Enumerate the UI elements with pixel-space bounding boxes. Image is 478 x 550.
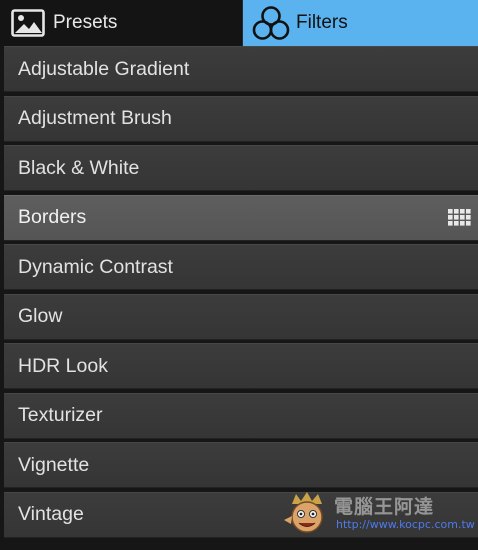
tab-filters[interactable]: Filters: [243, 0, 478, 46]
filter-item-texturizer[interactable]: Texturizer: [4, 392, 478, 439]
tab-filters-label: Filters: [296, 12, 348, 33]
tab-bar: Presets Filters: [0, 0, 478, 46]
filter-item-label: Vignette: [18, 453, 90, 476]
filter-item-adjustment-brush[interactable]: Adjustment Brush: [4, 95, 478, 142]
filter-item-hdr-look[interactable]: HDR Look: [4, 343, 478, 389]
filter-item-label: Vintage: [18, 503, 84, 525]
tab-presets-label: Presets: [53, 12, 118, 33]
filter-item-vintage[interactable]: Vintage: [4, 491, 478, 538]
filter-item-label: HDR Look: [18, 354, 108, 377]
filter-item-label: Black & White: [18, 156, 140, 179]
filter-item-adjustable-gradient[interactable]: Adjustable Gradient: [4, 46, 478, 92]
filter-item-glow[interactable]: Glow: [4, 293, 478, 340]
filter-item-black-white[interactable]: Black & White: [4, 145, 478, 191]
grid-icon[interactable]: [448, 208, 472, 233]
filter-list: Adjustable Gradient Adjustment Brush Black…: [4, 46, 478, 541]
filter-item-borders[interactable]: Borders: [4, 194, 478, 241]
filter-item-label: Adjustable Gradient: [18, 57, 190, 80]
circles-icon: [252, 5, 290, 41]
filter-item-label: Borders: [18, 206, 87, 228]
filter-item-label: Texturizer: [18, 404, 103, 426]
filter-item-label: Dynamic Contrast: [18, 255, 173, 278]
filter-item-label: Adjustment Brush: [18, 107, 172, 129]
filter-item-vignette[interactable]: Vignette: [4, 442, 478, 488]
tab-presets[interactable]: Presets: [0, 0, 243, 46]
image-icon: [11, 9, 45, 37]
filter-item-dynamic-contrast[interactable]: Dynamic Contrast: [4, 244, 478, 290]
filter-item-label: Glow: [18, 305, 63, 327]
